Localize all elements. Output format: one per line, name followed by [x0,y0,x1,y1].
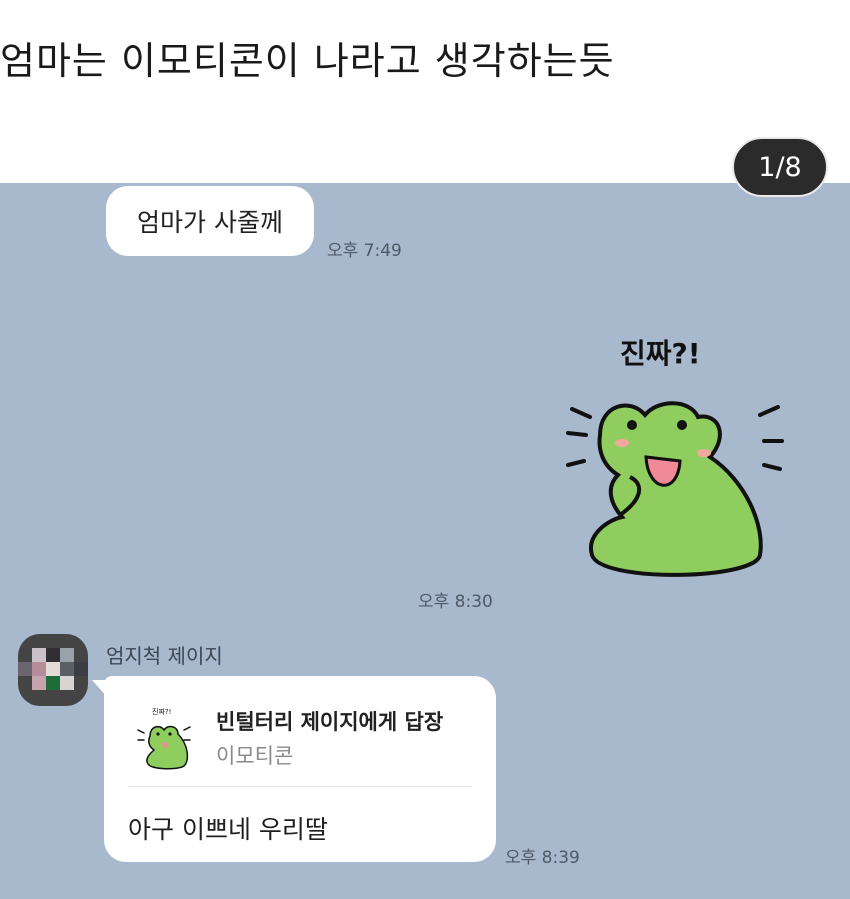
post-title: 엄마는 이모티콘이 나라고 생각하는듯 [0,39,615,83]
frog-sticker: 진짜?! [566,337,784,577]
image-counter-badge[interactable]: 1/8 [732,137,828,197]
reply-subtitle: 이모티콘 [216,744,294,768]
message-time: 오후 7:49 [327,241,402,261]
message-time: 오후 8:39 [505,848,580,868]
sender-name: 엄지척 제이지 [106,644,223,668]
message-bubble-incoming: 진짜?! 빈털터리 제이지에게 답장 이모티콘 아구 이쁘네 우리딸 [104,676,496,862]
frog-body [589,401,763,577]
reply-title: 빈털터리 제이지에게 답장 [216,710,444,734]
message-time: 오후 8:30 [418,592,493,612]
reply-divider [128,786,472,787]
sticker-caption: 진짜?! [620,337,701,370]
message-bubble-outgoing: 엄마가 사줄께 [106,186,314,256]
frog-sticker-thumbnail-icon: 진짜?! [137,707,191,770]
message-text: 아구 이쁘네 우리딸 [128,815,328,844]
reply-quote[interactable]: 진짜?! 빈털터리 제이지에게 답장 이모티콘 [134,702,474,782]
avatar[interactable] [18,634,88,706]
svg-text:진짜?!: 진짜?! [152,707,171,716]
